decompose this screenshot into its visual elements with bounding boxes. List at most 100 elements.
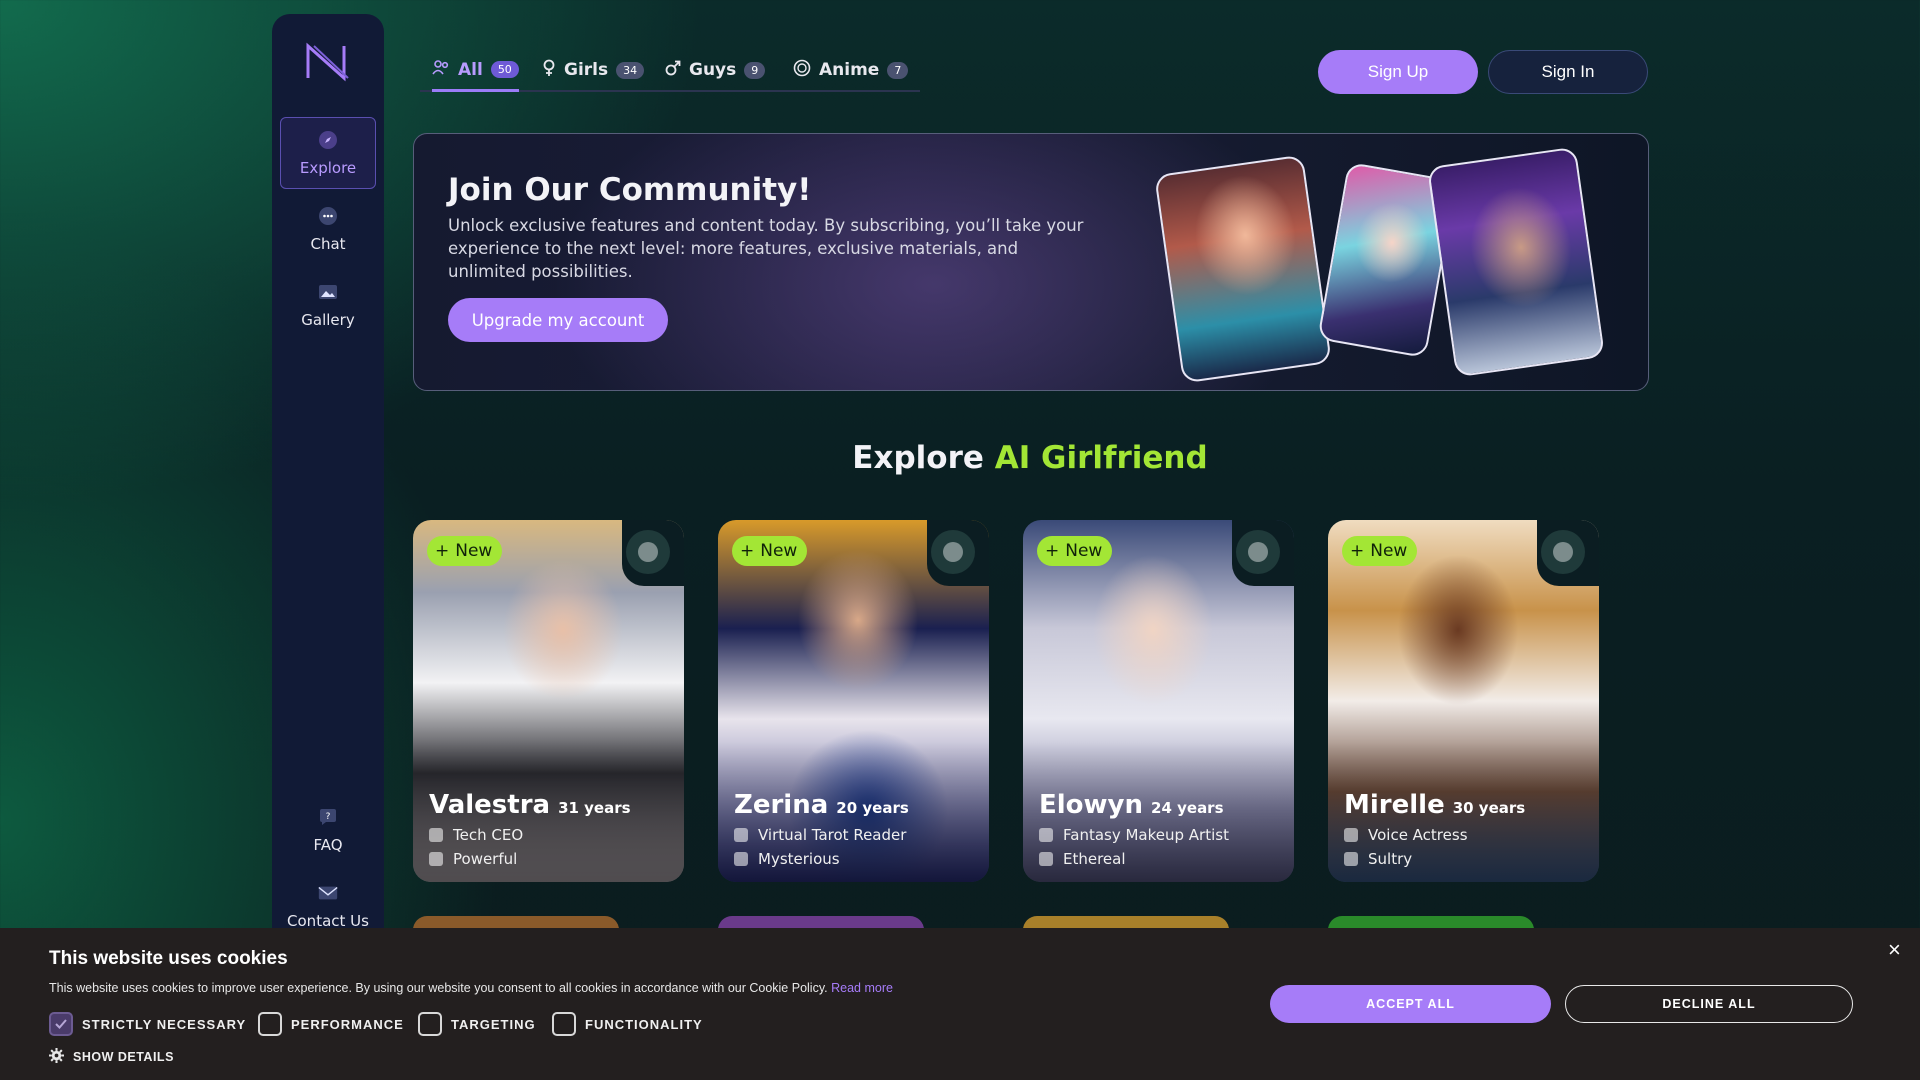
people-icon — [432, 59, 450, 80]
plus-icon: + — [1045, 541, 1060, 561]
cookie-text: This website uses cookies to improve use… — [49, 981, 828, 995]
sidebar-item-faq[interactable]: ? FAQ — [280, 794, 376, 866]
sidebar-item-explore[interactable]: Explore — [280, 117, 376, 189]
sidebar-item-label: Chat — [310, 235, 346, 253]
card-role: Voice Actress — [1368, 826, 1468, 844]
sidebar-item-label: Explore — [299, 159, 357, 177]
sidebar-item-gallery[interactable]: Gallery — [280, 269, 376, 341]
tab-count-badge: 7 — [887, 61, 909, 79]
cookie-banner: This website uses cookies This website u… — [0, 928, 1920, 1080]
new-badge-label: New — [455, 541, 493, 561]
card-info: Valestra 31 years Tech CEO Powerful — [429, 790, 670, 868]
new-badge-label: New — [1370, 541, 1408, 561]
banner-title: Join Our Community! — [448, 172, 812, 208]
briefcase-icon — [734, 828, 748, 842]
chat-bubble-icon[interactable] — [931, 530, 975, 574]
sign-in-button[interactable]: Sign In — [1488, 50, 1648, 94]
checkbox-label: TARGETING — [451, 1016, 536, 1032]
card-info: Zerina 20 years Virtual Tarot Reader Myst… — [734, 790, 975, 868]
sidebar-item-label: FAQ — [313, 836, 343, 854]
section-title-prefix: Explore — [852, 440, 984, 476]
checkbox-label: FUNCTIONALITY — [585, 1016, 703, 1032]
image-icon — [317, 281, 339, 303]
category-tabs: All 50 Girls 34 Guys 9 Anime 7 — [420, 50, 920, 92]
anime-icon — [793, 59, 811, 82]
banner-portrait-image — [1426, 146, 1606, 378]
cookie-description: This website uses cookies to improve use… — [49, 981, 893, 995]
checkbox-icon — [258, 1012, 282, 1036]
checkbox-label: STRICTLY NECESSARY — [82, 1016, 247, 1032]
card-name: Mirelle — [1344, 790, 1445, 820]
character-card[interactable]: + New Zerina 20 years Virtual Tarot Reader… — [718, 520, 989, 882]
person-icon — [1344, 852, 1358, 866]
tab-girls[interactable]: Girls 34 — [542, 50, 645, 90]
tab-label: Anime — [819, 60, 880, 80]
checkbox-icon — [552, 1012, 576, 1036]
checkbox-checked-icon — [49, 1012, 73, 1036]
card-role: Fantasy Makeup Artist — [1063, 826, 1229, 844]
female-icon — [542, 59, 556, 82]
decline-all-button[interactable]: DECLINE ALL — [1565, 985, 1853, 1023]
character-card[interactable]: + New Mirelle 30 years Voice Actress Sultr… — [1328, 520, 1599, 882]
new-badge-label: New — [1065, 541, 1103, 561]
character-card[interactable]: + New Elowyn 24 years Fantasy Makeup Artis… — [1023, 520, 1294, 882]
character-card[interactable]: + New Valestra 31 years Tech CEO Powerful — [413, 520, 684, 882]
plus-icon: + — [1350, 541, 1365, 561]
banner-portrait-image — [1154, 154, 1332, 384]
tab-anime[interactable]: Anime 7 — [793, 50, 909, 90]
section-title: Explore AI Girlfriend — [0, 440, 1920, 476]
question-icon: ? — [317, 806, 339, 828]
chat-bubble-icon[interactable] — [1541, 530, 1585, 574]
chat-bubble-icon[interactable] — [626, 530, 670, 574]
card-role: Virtual Tarot Reader — [758, 826, 907, 844]
sign-up-button[interactable]: Sign Up — [1318, 50, 1478, 94]
tab-all[interactable]: All 50 — [432, 50, 519, 92]
show-details-toggle[interactable]: SHOW DETAILS — [49, 1048, 174, 1066]
community-banner: Join Our Community! Unlock exclusive fea… — [413, 133, 1649, 391]
person-icon — [1039, 852, 1053, 866]
card-age: 31 years — [558, 799, 631, 817]
new-badge-label: New — [760, 541, 798, 561]
card-name: Elowyn — [1039, 790, 1144, 820]
section-title-accent: AI Girlfriend — [994, 440, 1208, 476]
tab-label: All — [458, 59, 483, 80]
card-trait: Powerful — [453, 850, 518, 868]
male-icon — [665, 60, 681, 81]
read-more-link[interactable]: Read more — [831, 981, 893, 995]
chat-bubble-icon — [317, 205, 339, 227]
tab-count-badge: 9 — [744, 61, 766, 79]
new-badge: + New — [1037, 536, 1113, 566]
card-info: Elowyn 24 years Fantasy Makeup Artist Eth… — [1039, 790, 1280, 868]
checkbox-label: PERFORMANCE — [291, 1016, 404, 1032]
performance-checkbox[interactable]: PERFORMANCE — [258, 1012, 404, 1036]
strictly-necessary-checkbox[interactable]: STRICTLY NECESSARY — [49, 1012, 246, 1036]
targeting-checkbox[interactable]: TARGETING — [418, 1012, 536, 1036]
compass-icon — [317, 129, 339, 151]
tab-label: Guys — [689, 60, 737, 80]
upgrade-account-button[interactable]: Upgrade my account — [448, 298, 668, 342]
checkbox-icon — [418, 1012, 442, 1036]
plus-icon: + — [435, 541, 450, 561]
person-icon — [734, 852, 748, 866]
tab-guys[interactable]: Guys 9 — [665, 50, 766, 90]
card-trait: Mysterious — [758, 850, 840, 868]
cookie-title: This website uses cookies — [49, 948, 288, 969]
card-age: 20 years — [836, 799, 909, 817]
briefcase-icon — [1344, 828, 1358, 842]
new-badge: + New — [427, 536, 503, 566]
card-role: Tech CEO — [453, 826, 524, 844]
n-logo-icon[interactable] — [304, 42, 352, 82]
sidebar-item-label: Gallery — [301, 311, 355, 329]
close-icon[interactable]: × — [1888, 937, 1901, 963]
tab-count-badge: 34 — [616, 61, 645, 79]
functionality-checkbox[interactable]: FUNCTIONALITY — [552, 1012, 703, 1036]
card-age: 30 years — [1452, 799, 1526, 817]
accept-all-button[interactable]: ACCEPT ALL — [1270, 985, 1551, 1023]
card-info: Mirelle 30 years Voice Actress Sultry — [1344, 790, 1585, 868]
show-details-label: SHOW DETAILS — [73, 1050, 174, 1064]
sidebar-item-chat[interactable]: Chat — [280, 193, 376, 265]
plus-icon: + — [740, 541, 755, 561]
card-trait: Ethereal — [1063, 850, 1126, 868]
svg-text:?: ? — [326, 812, 331, 822]
chat-bubble-icon[interactable] — [1236, 530, 1280, 574]
